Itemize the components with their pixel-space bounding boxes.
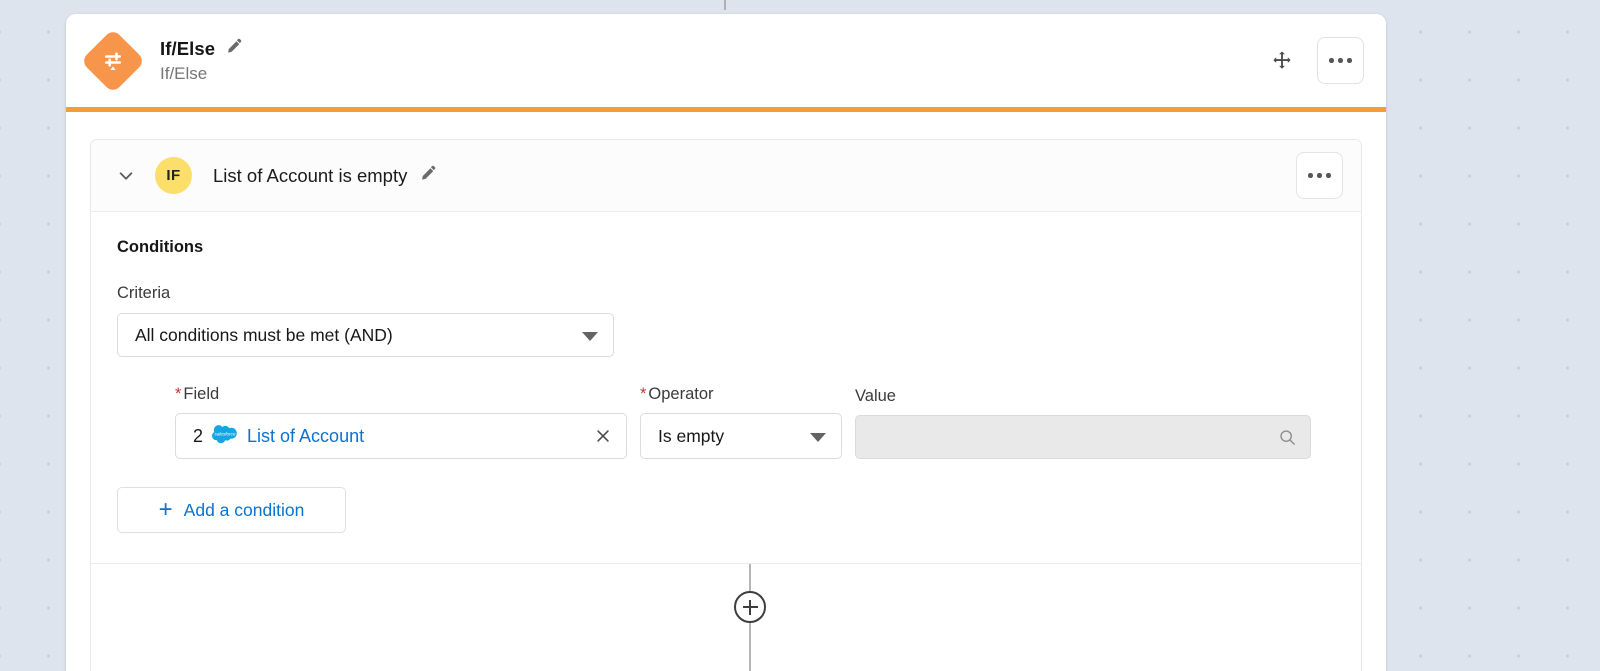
ellipsis-dot (1317, 173, 1322, 178)
salesforce-cloud-icon: salesforce (212, 424, 238, 448)
required-asterisk: * (175, 385, 182, 403)
criteria-selected-value: All conditions must be met (AND) (135, 324, 393, 345)
node-title-block: If/Else If/Else (160, 37, 243, 84)
value-label: Value (855, 387, 896, 405)
if-badge: IF (155, 157, 192, 194)
incoming-connector-line (724, 0, 726, 10)
operator-selected-value: Is empty (658, 425, 725, 446)
field-label: * Field (175, 385, 627, 404)
criteria-select[interactable]: All conditions must be met (AND) (117, 313, 614, 357)
node-menu-button[interactable] (1317, 37, 1364, 84)
if-branch-header: IF List of Account is empty (91, 140, 1361, 212)
field-column: * Field 2 salesforce List of Account (175, 385, 627, 459)
operator-label-text: Operator (648, 385, 714, 403)
branch-label: List of Account is empty (213, 164, 408, 186)
required-asterisk: * (640, 385, 647, 403)
node-title: If/Else (160, 38, 216, 59)
conditions-heading: Conditions (117, 238, 204, 256)
search-icon (1278, 428, 1297, 452)
field-index: 2 (193, 425, 204, 446)
node-header: If/Else If/Else (66, 14, 1386, 112)
close-x-icon[interactable] (594, 427, 612, 445)
move-arrows-icon[interactable] (1267, 46, 1297, 76)
field-input[interactable]: 2 salesforce List of Account (175, 413, 627, 459)
ellipsis-dot (1329, 58, 1334, 63)
ellipsis-dot (1347, 58, 1352, 63)
pencil-icon[interactable] (224, 37, 243, 61)
conditions-body: Conditions Criteria All conditions must … (91, 212, 1361, 563)
chevron-down-icon[interactable] (113, 163, 139, 189)
add-condition-button[interactable]: + Add a condition (117, 487, 346, 533)
if-branch-card: IF List of Account is empty Conditions C… (90, 139, 1362, 671)
operator-label: * Operator (640, 385, 842, 404)
if-else-diamond-icon (80, 27, 146, 94)
svg-text:salesforce: salesforce (215, 431, 236, 436)
operator-column: * Operator Is empty (640, 385, 842, 459)
add-node-button[interactable] (734, 591, 766, 623)
if-else-node-card: If/Else If/Else IF List of Account is em… (66, 14, 1386, 671)
branch-footer (91, 563, 1361, 671)
value-input[interactable] (855, 415, 1311, 459)
field-label-text: Field (183, 385, 220, 403)
chevron-down-icon (582, 332, 598, 341)
node-subtitle: If/Else (160, 64, 208, 83)
value-column: Value (855, 387, 1311, 459)
branch-menu-button[interactable] (1296, 152, 1343, 199)
ellipsis-dot (1308, 173, 1313, 178)
field-selected-value: List of Account (247, 425, 365, 446)
criteria-label: Criteria (117, 284, 171, 302)
condition-row: * Field 2 salesforce List of Account * O… (117, 385, 1335, 459)
pencil-icon[interactable] (418, 164, 437, 188)
plus-icon: + (158, 496, 173, 523)
add-condition-label: Add a condition (183, 499, 305, 520)
ellipsis-dot (1338, 58, 1343, 63)
chevron-down-icon (810, 433, 826, 442)
ellipsis-dot (1326, 173, 1331, 178)
operator-select[interactable]: Is empty (640, 413, 842, 459)
